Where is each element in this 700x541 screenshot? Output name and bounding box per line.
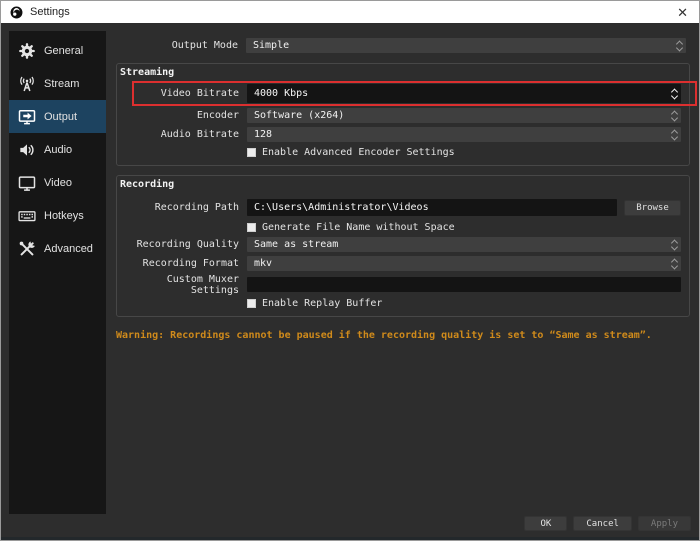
replay-buffer-label: Enable Replay Buffer — [262, 297, 383, 309]
custom-muxer-label: Custom Muxer Settings — [166, 273, 239, 296]
video-bitrate-label: Video Bitrate — [160, 88, 239, 99]
recording-quality-row: Recording Quality Same as stream — [117, 237, 685, 252]
recording-group-title: Recording — [120, 179, 175, 190]
combo-arrows-icon[interactable] — [670, 257, 679, 270]
sidebar-item-label: Output — [44, 110, 78, 123]
recording-warning-text: Warning: Recordings cannot be paused if … — [116, 330, 652, 341]
apply-button[interactable]: Apply — [637, 516, 691, 531]
speaker-icon — [20, 143, 34, 156]
recording-format-select[interactable]: mkv — [247, 256, 681, 271]
sidebar-item-label: General — [44, 44, 84, 57]
settings-dialog-body: General Stream Output Audio Video Hotkey… — [1, 23, 699, 540]
output-settings-panel: Output Mode Simple Streaming Video Bitra… — [116, 23, 690, 341]
sidebar: General Stream Output Audio Video Hotkey… — [9, 31, 106, 514]
browse-button[interactable]: Browse — [624, 199, 681, 216]
recording-path-label: Recording Path — [154, 202, 239, 213]
recording-format-label: Recording Format — [142, 258, 239, 269]
video-bitrate-input-wrap — [247, 84, 681, 103]
close-icon[interactable]: ✕ — [675, 6, 690, 19]
custom-muxer-input[interactable] — [247, 277, 681, 292]
gear-icon — [19, 42, 35, 59]
spinner-arrows-icon[interactable] — [670, 87, 679, 100]
streaming-group-title: Streaming — [120, 67, 175, 78]
sidebar-item-advanced[interactable]: Advanced — [9, 232, 106, 265]
recording-group: Recording Recording Path Browse Generate… — [116, 175, 690, 317]
custom-muxer-row: Custom Muxer Settings — [117, 274, 685, 296]
sidebar-item-label: Hotkeys — [44, 209, 84, 222]
recording-path-input[interactable] — [247, 199, 617, 216]
replay-buffer-row: Enable Replay Buffer — [247, 297, 685, 309]
combo-arrows-icon[interactable] — [670, 128, 679, 141]
sidebar-item-general[interactable]: General — [9, 34, 106, 67]
sidebar-item-label: Audio — [44, 143, 73, 156]
recording-format-value: mkv — [254, 258, 273, 269]
output-mode-row: Output Mode Simple — [116, 38, 690, 53]
output-mode-value: Simple — [253, 40, 290, 51]
cancel-button[interactable]: Cancel — [573, 516, 632, 531]
tools-icon — [19, 241, 35, 255]
monitor-arrow-icon — [18, 109, 36, 124]
output-mode-label: Output Mode — [171, 40, 238, 51]
streaming-group: Streaming Video Bitrate Encoder Software… — [116, 63, 690, 166]
filename-without-space-label: Generate File Name without Space — [262, 221, 455, 233]
combo-arrows-icon[interactable] — [675, 39, 684, 52]
obs-logo-icon — [10, 6, 23, 18]
advanced-encoder-checkbox-label: Enable Advanced Encoder Settings — [262, 146, 455, 158]
recording-quality-value: Same as stream — [254, 239, 339, 250]
advanced-encoder-row: Enable Advanced Encoder Settings — [247, 146, 685, 158]
recording-format-row: Recording Format mkv — [117, 256, 685, 271]
audio-bitrate-select[interactable]: 128 — [247, 127, 681, 142]
encoder-row: Encoder Software (x264) — [117, 108, 685, 123]
filename-without-space-checkbox[interactable] — [247, 222, 256, 232]
sidebar-item-video[interactable]: Video — [9, 166, 106, 199]
monitor-icon — [18, 175, 36, 191]
sidebar-item-audio[interactable]: Audio — [9, 133, 106, 166]
encoder-select[interactable]: Software (x264) — [247, 108, 681, 123]
keyboard-icon — [18, 210, 36, 221]
sidebar-item-label: Video — [44, 176, 72, 189]
recording-quality-select[interactable]: Same as stream — [247, 237, 681, 252]
ok-button[interactable]: OK — [524, 516, 568, 531]
video-bitrate-row: Video Bitrate — [117, 84, 685, 103]
settings-window: { "window": { "title": "Settings", "clos… — [0, 0, 700, 541]
titlebar: Settings ✕ — [1, 1, 699, 23]
output-mode-select[interactable]: Simple — [246, 38, 686, 53]
sidebar-item-output[interactable]: Output — [9, 100, 106, 133]
recording-quality-label: Recording Quality — [136, 239, 239, 250]
filename-without-space-row: Generate File Name without Space — [247, 221, 685, 233]
dialog-footer: OK Cancel Apply — [524, 516, 691, 531]
sidebar-item-label: Advanced — [44, 242, 93, 255]
audio-bitrate-label: Audio Bitrate — [160, 129, 239, 140]
sidebar-item-stream[interactable]: Stream — [9, 67, 106, 100]
recording-path-row: Recording Path Browse — [117, 199, 685, 216]
audio-bitrate-row: Audio Bitrate 128 — [117, 127, 685, 142]
encoder-label: Encoder — [196, 110, 239, 121]
sidebar-item-hotkeys[interactable]: Hotkeys — [9, 199, 106, 232]
video-bitrate-input[interactable] — [247, 84, 681, 103]
antenna-icon — [20, 76, 34, 91]
encoder-value: Software (x264) — [254, 110, 345, 121]
window-title: Settings — [30, 6, 70, 18]
replay-buffer-checkbox[interactable] — [247, 298, 256, 308]
combo-arrows-icon[interactable] — [670, 238, 679, 251]
combo-arrows-icon[interactable] — [670, 109, 679, 122]
audio-bitrate-value: 128 — [254, 129, 273, 140]
sidebar-item-label: Stream — [44, 77, 80, 90]
advanced-encoder-checkbox[interactable] — [247, 147, 256, 157]
